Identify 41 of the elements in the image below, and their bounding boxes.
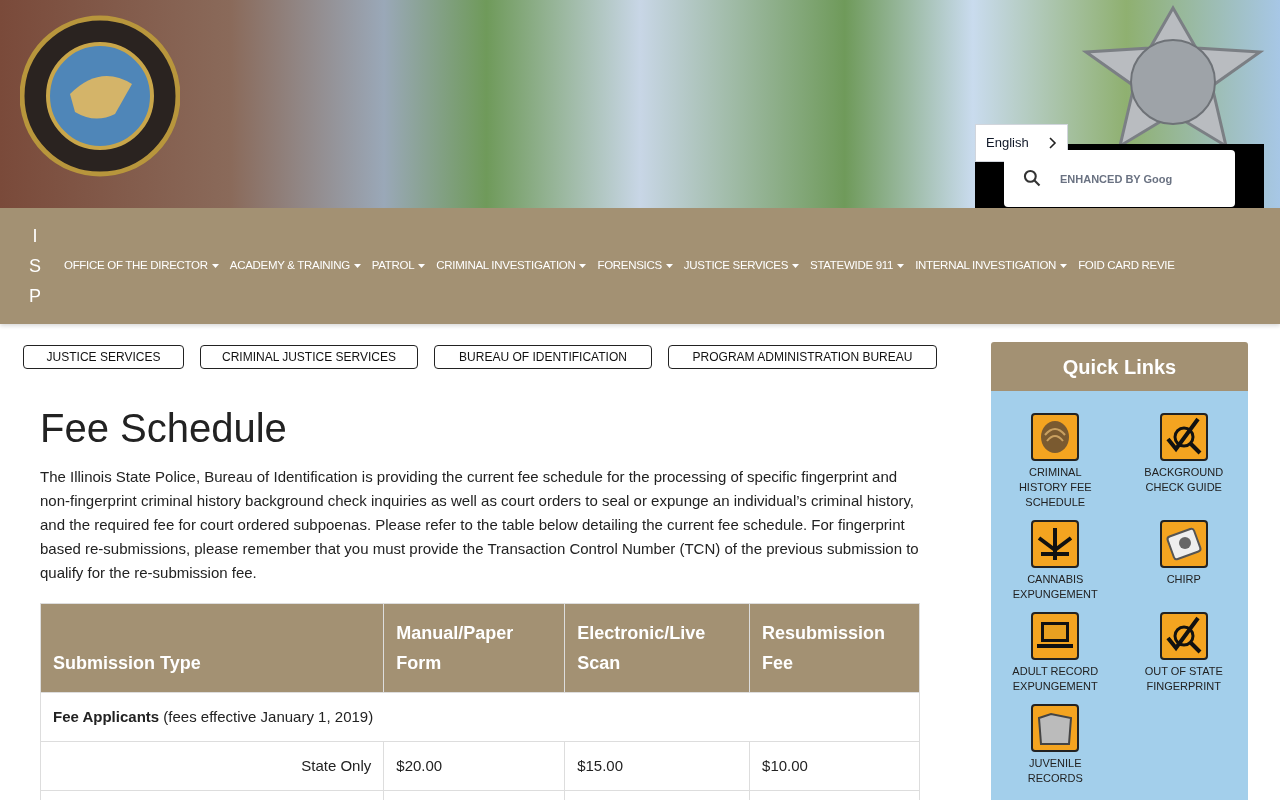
search-icon [1022, 168, 1042, 188]
check-icon[interactable] [1159, 413, 1208, 461]
laptop-icon[interactable] [1031, 612, 1080, 660]
table-cell: $15.00 [564, 741, 750, 791]
quick-link[interactable]: ADULT RECORD EXPUNGEMENT [1005, 664, 1106, 694]
column-header: Resubmission Fee [749, 603, 920, 693]
caret-icon [579, 264, 587, 268]
caret-icon [897, 264, 905, 268]
card-icon[interactable] [1159, 520, 1208, 568]
quick-link[interactable]: CANNABIS EXPUNGEMENT [1005, 572, 1106, 602]
quick-links-header: Quick Links [991, 342, 1248, 391]
breadcrumb-button[interactable]: PROGRAM ADMINISTRATION BUREAU [668, 345, 937, 369]
quick-link[interactable]: CHIRP [1133, 572, 1234, 587]
folder-icon[interactable] [1031, 704, 1080, 752]
table-cell: State Only [40, 741, 384, 791]
caret-icon [418, 264, 426, 268]
caret-icon [665, 264, 673, 268]
table-cell: $20.00 [383, 741, 565, 791]
quick-link[interactable]: JUVENILE RECORDS [1005, 756, 1106, 786]
column-header: Electronic/Live Scan [564, 603, 750, 693]
caret-icon [211, 264, 219, 268]
table-cell: Fee Applicants (fees effective January 1, 2019) [40, 692, 920, 742]
quick-link[interactable]: CRIMINAL HISTORY FEE SCHEDULE [1005, 465, 1106, 510]
quick-link[interactable]: BACKGROUND CHECK GUIDE [1133, 465, 1234, 495]
intro-paragraph: The Illinois State Police, Bureau of Identification is providing the current fee schedule for the processing of specific fingerprint and non-fingerprint criminal history background check inquiries as well as court orders to seal or expunge an individual’s criminal history, and the required fee for court ordered subpoenas. Please refer to the table below detailing the current fee schedule. For fingerprint based re-submissions, please remember that you must provide the Transaction Control Number (TCN) of the previous submission to qualify for the re-submission fee. [40, 467, 920, 583]
search-field[interactable]: ENHANCED BY Goog [1004, 150, 1235, 207]
breadcrumb-button[interactable]: CRIMINAL JUSTICE SERVICES [200, 345, 418, 369]
column-header: Manual/Paper Form [383, 603, 565, 693]
column-header: Submission Type [40, 603, 384, 693]
page-title: Fee Schedule [40, 405, 288, 452]
quick-link[interactable]: OUT OF STATE FINGERPRINT [1133, 664, 1234, 694]
caret-icon [792, 264, 800, 268]
chevron-icon [1049, 137, 1057, 149]
check-icon[interactable] [1159, 612, 1208, 660]
table-cell: $10.00 [749, 741, 920, 791]
breadcrumb-button[interactable]: BUREAU OF IDENTIFICATION [434, 345, 652, 369]
leaf-icon[interactable] [1031, 520, 1080, 568]
breadcrumb-button[interactable]: JUSTICE SERVICES [23, 345, 184, 369]
caret-icon [1060, 264, 1068, 268]
fingerprint-icon[interactable] [1031, 413, 1080, 461]
caret-icon [353, 264, 361, 268]
